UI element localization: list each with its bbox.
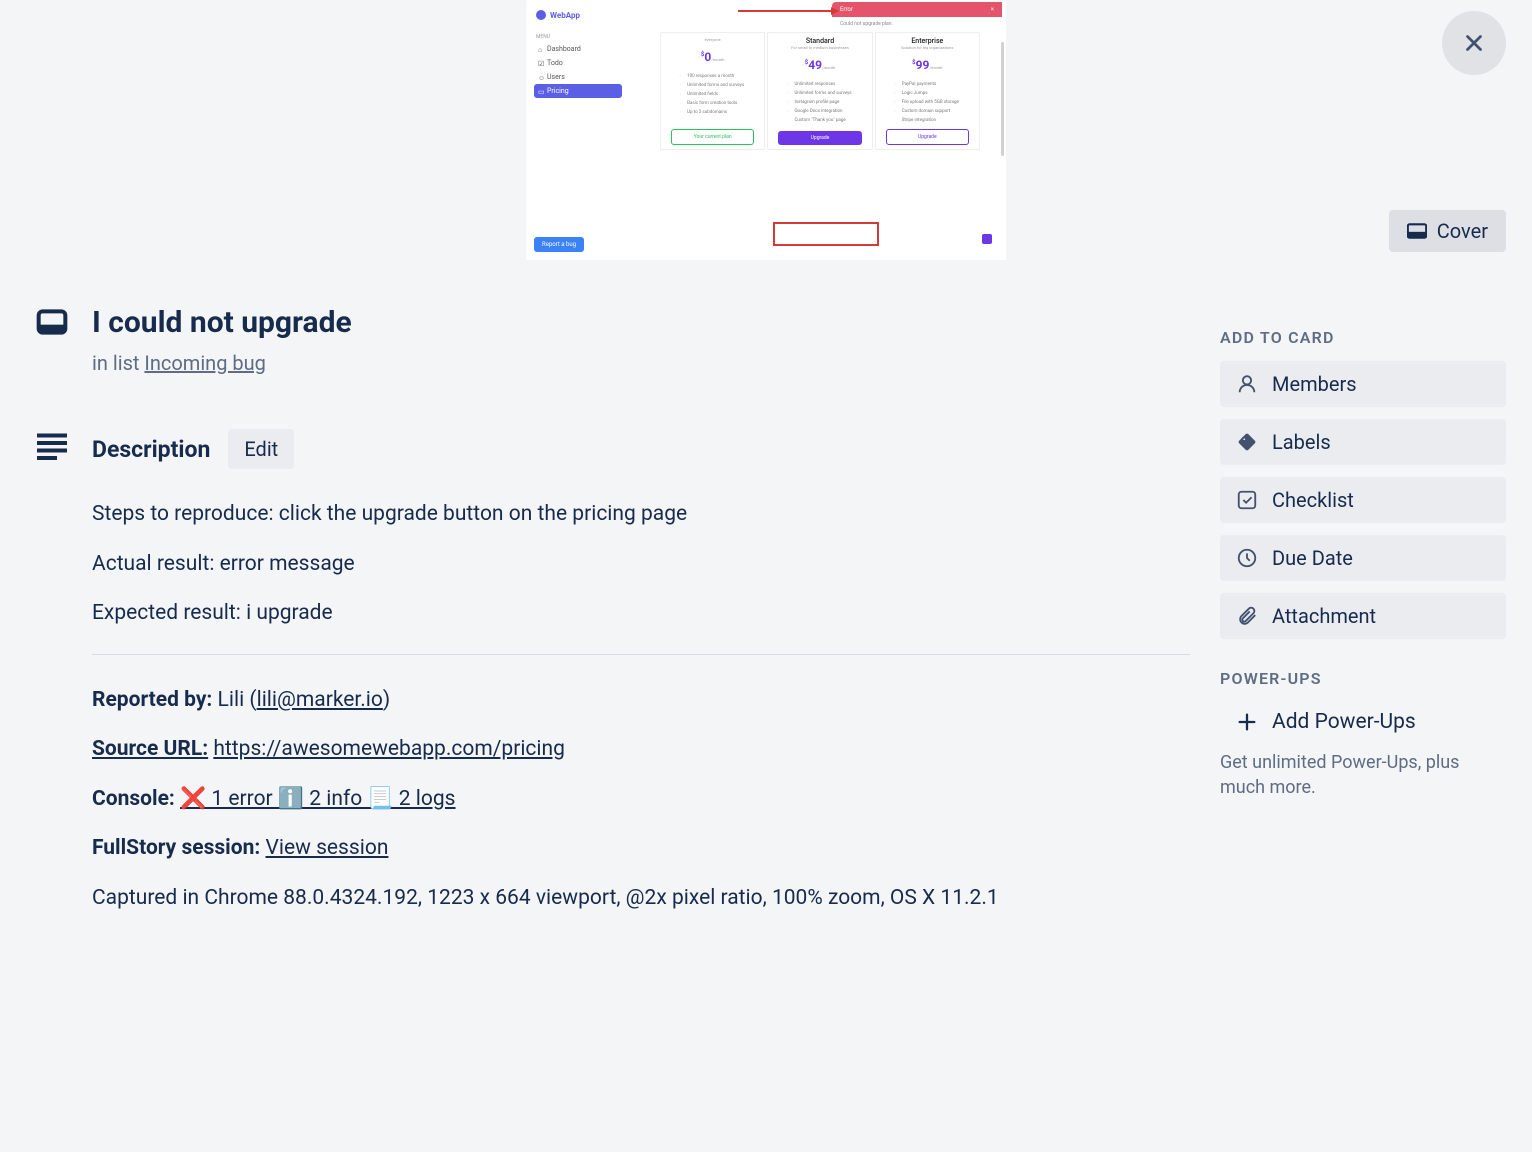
desc-expected: Expected result: i upgrade bbox=[92, 598, 1190, 630]
attachment-screenshot[interactable]: WebApp MENU ⌂Dashboard ☑Todo ☺Users ▭Pri… bbox=[526, 0, 1006, 260]
cover-icon bbox=[1407, 223, 1427, 239]
close-card-button[interactable] bbox=[1442, 11, 1506, 75]
ss-error-toast: Error× bbox=[832, 2, 1002, 17]
reporter-email-link[interactable]: lili@marker.io bbox=[257, 688, 383, 712]
card-title[interactable]: I could not upgrade bbox=[92, 306, 352, 339]
checklist-button[interactable]: Checklist bbox=[1220, 477, 1506, 523]
description-content[interactable]: Steps to reproduce: click the upgrade bu… bbox=[92, 499, 1190, 914]
plus-icon bbox=[1236, 711, 1258, 733]
desc-console: Console: ❌ 1 error ℹ️ 2 info 📃 2 logs bbox=[92, 784, 1190, 816]
checklist-icon bbox=[1236, 489, 1258, 511]
cover-button[interactable]: Cover bbox=[1389, 210, 1506, 252]
ss-plan: everyone $0/month 100 responses a monthU… bbox=[660, 32, 765, 150]
attachment-button[interactable]: Attachment bbox=[1220, 593, 1506, 639]
labels-icon bbox=[1236, 431, 1258, 453]
add-to-card-heading: ADD TO CARD bbox=[1220, 328, 1506, 347]
card-icon bbox=[36, 306, 68, 342]
powerups-tagline: Get unlimited Power-Ups, plus much more. bbox=[1220, 742, 1506, 800]
ss-plan: Enterprise Solution for big organization… bbox=[875, 32, 980, 150]
desc-source-url: Source URL: https://awesomewebapp.com/pr… bbox=[92, 734, 1190, 766]
members-icon bbox=[1236, 373, 1258, 395]
ss-plan: Standard For small to medium businesses … bbox=[767, 32, 872, 150]
card-cover-area: WebApp MENU ⌂Dashboard ☑Todo ☺Users ▭Pri… bbox=[0, 0, 1532, 264]
attachment-icon bbox=[1236, 605, 1258, 627]
ss-pricing-plans: everyone $0/month 100 responses a monthU… bbox=[660, 32, 980, 150]
desc-captured: Captured in Chrome 88.0.4324.192, 1223 x… bbox=[92, 883, 1190, 915]
description-icon bbox=[36, 429, 68, 461]
card-sidebar: ADD TO CARD Members Labels Checklist Due… bbox=[1220, 288, 1506, 932]
members-button[interactable]: Members bbox=[1220, 361, 1506, 407]
card-list-location: in list Incoming bug bbox=[92, 351, 352, 375]
desc-actual: Actual result: error message bbox=[92, 549, 1190, 581]
desc-reported-by: Reported by: Lili (lili@marker.io) bbox=[92, 685, 1190, 717]
edit-description-button[interactable]: Edit bbox=[228, 429, 294, 469]
card-main-column: I could not upgrade in list Incoming bug… bbox=[36, 288, 1190, 932]
add-powerups-button[interactable]: Add Power-Ups bbox=[1220, 702, 1506, 742]
desc-divider bbox=[92, 654, 1190, 655]
fullstory-session-link[interactable]: View session bbox=[265, 836, 388, 860]
source-url-link[interactable]: https://awesomewebapp.com/pricing bbox=[213, 737, 565, 761]
description-heading: Description bbox=[92, 436, 210, 463]
console-link[interactable]: ❌ 1 error ℹ️ 2 info 📃 2 logs bbox=[180, 787, 455, 811]
desc-steps: Steps to reproduce: click the upgrade bu… bbox=[92, 499, 1190, 531]
ss-report-bug: Report a bug bbox=[534, 237, 584, 252]
ss-annotation-rect bbox=[773, 222, 879, 246]
ss-annotation-arrow bbox=[738, 10, 838, 12]
ss-logo: WebApp bbox=[534, 8, 622, 22]
powerups-heading: POWER-UPS bbox=[1220, 669, 1506, 688]
clock-icon bbox=[1236, 547, 1258, 569]
due-date-button[interactable]: Due Date bbox=[1220, 535, 1506, 581]
list-link[interactable]: Incoming bug bbox=[144, 351, 265, 375]
desc-fullstory: FullStory session: View session bbox=[92, 833, 1190, 865]
labels-button[interactable]: Labels bbox=[1220, 419, 1506, 465]
